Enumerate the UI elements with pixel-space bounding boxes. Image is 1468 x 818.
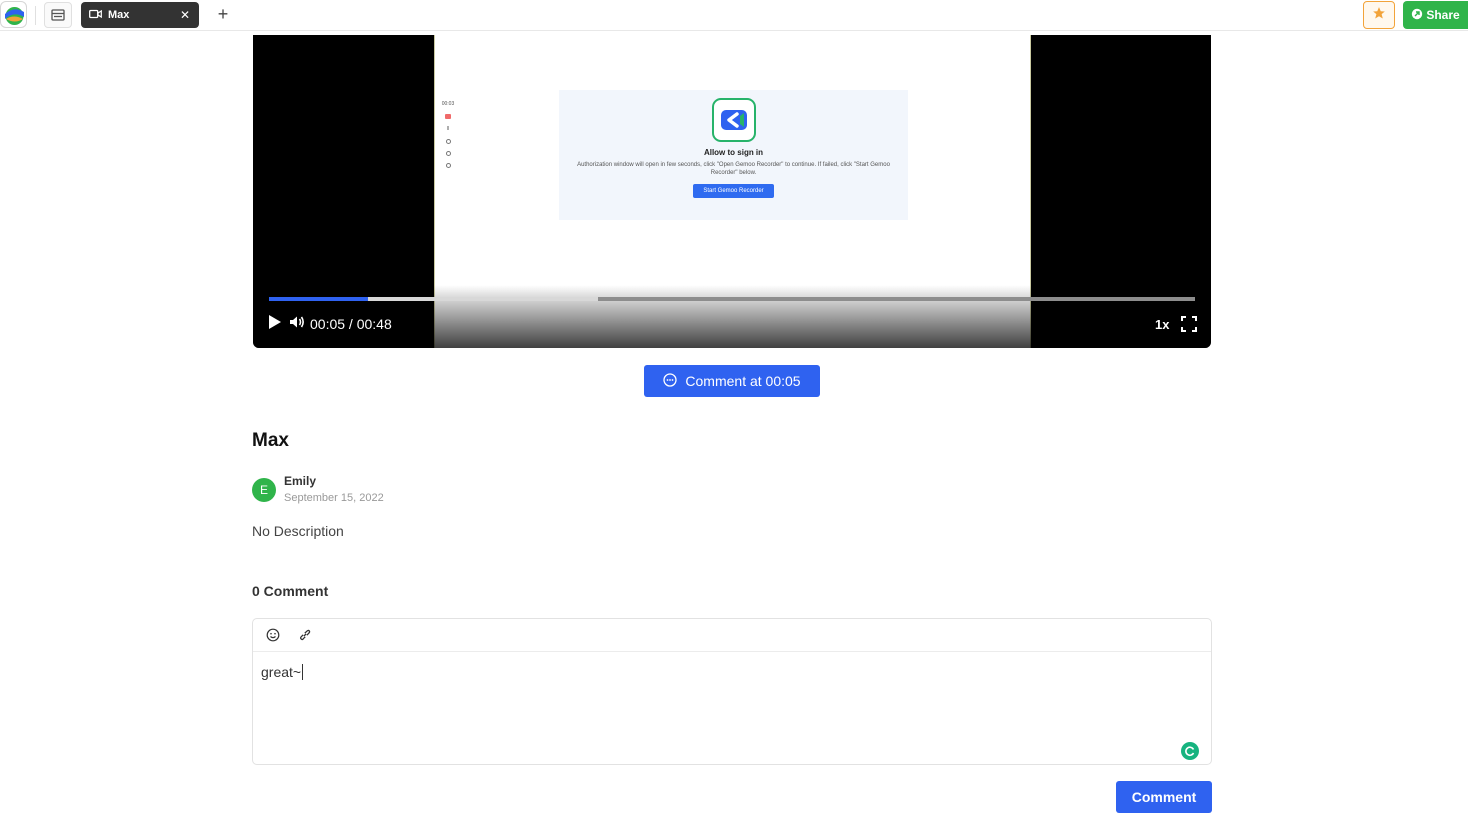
- author-name: Emily: [284, 474, 317, 488]
- circle-icon: [445, 139, 451, 144]
- chat-bubble-icon: [663, 372, 678, 390]
- tab-close-icon[interactable]: ✕: [179, 8, 191, 22]
- volume-button[interactable]: [288, 315, 306, 333]
- new-tab-button[interactable]: +: [212, 3, 234, 25]
- comment-editor[interactable]: great~: [252, 618, 1212, 765]
- submit-comment-button[interactable]: Comment: [1116, 781, 1212, 813]
- top-bar: Max ✕ + Share: [0, 0, 1468, 31]
- volume-icon: [289, 315, 305, 334]
- video-camera-icon: [89, 6, 102, 24]
- fullscreen-icon[interactable]: [1181, 316, 1197, 332]
- video-player[interactable]: 00:03 II Allow to sign in Authorization …: [253, 35, 1211, 348]
- share-label: Share: [1426, 8, 1460, 22]
- post-date: September 15, 2022: [284, 492, 384, 504]
- link-icon[interactable]: [297, 627, 313, 643]
- recorder-toolbar: 00:03 II: [439, 101, 457, 168]
- signin-title: Allow to sign in: [703, 148, 764, 157]
- comment-draft-text: great~: [261, 664, 302, 680]
- share-icon: [1411, 8, 1423, 23]
- comment-input[interactable]: great~: [261, 664, 304, 680]
- play-icon: [268, 314, 282, 335]
- start-recorder-button: Start Gemoo Recorder: [693, 184, 774, 198]
- recorder-time: 00:03: [441, 101, 455, 107]
- app-logo-icon[interactable]: [0, 1, 27, 28]
- play-button[interactable]: [267, 314, 283, 335]
- signin-card: Allow to sign in Authorization window wi…: [559, 90, 908, 220]
- comment-at-label: Comment at 00:05: [685, 373, 801, 389]
- tab-list-icon[interactable]: [44, 2, 72, 28]
- share-button[interactable]: Share: [1403, 1, 1468, 29]
- description: No Description: [252, 523, 344, 539]
- progress-bar[interactable]: [269, 297, 1195, 301]
- record-icon: [445, 114, 451, 119]
- progress-played: [269, 297, 369, 301]
- comment-at-time-button[interactable]: Comment at 00:05: [644, 365, 820, 397]
- tab-title: Max: [108, 9, 130, 21]
- controls-shade: [253, 285, 1211, 348]
- editor-toolbar: [253, 619, 1211, 652]
- pause-icon: II: [446, 126, 450, 132]
- emoji-icon[interactable]: [265, 627, 281, 643]
- recorder-logo-icon: [711, 98, 756, 142]
- playback-speed[interactable]: 1x: [1155, 317, 1169, 332]
- signin-text: Authorization window will open in few se…: [577, 162, 890, 176]
- divider: [35, 6, 36, 25]
- playback-time: 00:05 / 00:48: [310, 316, 392, 332]
- star-icon: [1372, 6, 1386, 25]
- text-caret: [302, 664, 304, 680]
- tab-max[interactable]: Max ✕: [81, 2, 199, 28]
- pen-icon: [445, 163, 451, 168]
- trash-icon: [445, 151, 451, 156]
- favorite-button[interactable]: [1363, 1, 1395, 29]
- grammar-check-icon[interactable]: [1181, 742, 1199, 760]
- avatar: E: [252, 478, 276, 502]
- page-title: Max: [252, 430, 289, 451]
- comment-count: 0 Comment: [252, 583, 329, 599]
